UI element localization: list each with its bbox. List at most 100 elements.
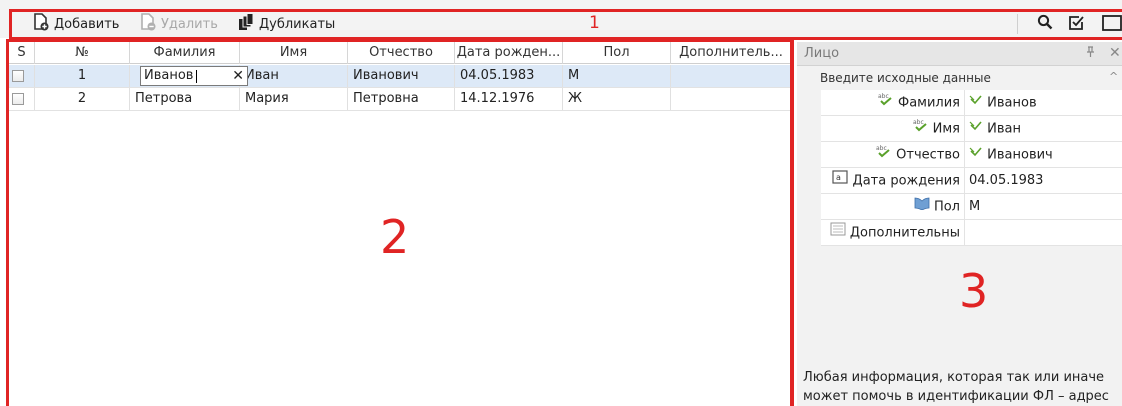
changed-marker-icon: [969, 90, 983, 116]
cell-number: 1: [35, 65, 130, 87]
column-header-extra[interactable]: Дополнитель...: [671, 42, 791, 64]
svg-text:abc: abc: [876, 145, 887, 152]
duplicates-button-label: Дубликаты: [259, 16, 336, 32]
delete-button-label: Удалить: [161, 16, 218, 32]
search-button[interactable]: [1037, 14, 1053, 34]
area-number-1: 1: [589, 13, 600, 33]
duplicates-button[interactable]: Дубликаты: [238, 13, 336, 35]
changed-marker-icon: [969, 142, 983, 168]
property-label-cell: abc Фамилия: [821, 90, 965, 116]
cell-patronymic[interactable]: Иванович: [348, 65, 455, 87]
add-button[interactable]: Добавить: [33, 13, 120, 35]
svg-text:abc: abc: [913, 119, 924, 126]
property-description: Любая информация, которая так или иначе …: [803, 370, 1109, 404]
area-number-3: 3: [959, 264, 989, 318]
check-all-button[interactable]: [1068, 14, 1085, 34]
cell-name[interactable]: Мария: [240, 88, 348, 110]
duplicates-icon: [238, 13, 254, 35]
checkbox-empty-icon: [1102, 14, 1122, 35]
cell-birth-date[interactable]: 04.05.1983: [455, 65, 563, 87]
grid-header: S № Фамилия Имя Отчество Дата рожден... …: [9, 42, 791, 64]
clear-icon[interactable]: ✕: [232, 67, 244, 85]
property-label: Отчество: [896, 147, 960, 163]
property-value[interactable]: М: [969, 194, 980, 220]
column-header-sex[interactable]: Пол: [563, 42, 671, 64]
persons-grid: S № Фамилия Имя Отчество Дата рожден... …: [9, 42, 791, 406]
property-row-extra[interactable]: Дополнительны: [821, 220, 1122, 246]
toolbar-separator: [1017, 14, 1018, 34]
book-icon: [914, 194, 930, 220]
pin-icon[interactable]: [1086, 46, 1095, 61]
property-value-text: Иванович: [987, 147, 1053, 163]
property-list: abc Фамилия Иванов abc Имя Иван abc Отче…: [821, 90, 1122, 246]
property-value[interactable]: 04.05.1983: [969, 168, 1043, 194]
cell-birth-date[interactable]: 14.12.1976: [455, 88, 563, 110]
property-value-text: 04.05.1983: [969, 173, 1044, 188]
checkbox-checked-icon: [1068, 14, 1085, 35]
row-select-cell: [9, 88, 35, 110]
row-select-cell: [9, 65, 35, 87]
property-label-cell: a Дата рождения: [821, 168, 965, 194]
search-icon: [1037, 14, 1053, 34]
column-header-patronymic[interactable]: Отчество: [348, 42, 455, 64]
toolbar: Добавить Удалить Дубликаты 1: [0, 0, 1122, 40]
cell-sex[interactable]: Ж: [563, 88, 671, 110]
delete-button[interactable]: Удалить: [140, 13, 218, 35]
property-label-cell: abc Имя: [821, 116, 965, 142]
property-label: Дата рождения: [852, 173, 960, 189]
property-value-text: М: [969, 199, 981, 214]
column-header-name[interactable]: Имя: [240, 42, 348, 64]
uncheck-all-button[interactable]: [1102, 14, 1122, 34]
row-checkbox[interactable]: [12, 70, 24, 82]
surname-edit-input[interactable]: Иванов ✕: [140, 66, 248, 86]
property-label: Дополнительны: [849, 225, 960, 241]
svg-text:a: a: [836, 173, 841, 182]
property-value-text: Иванов: [987, 95, 1037, 111]
cell-number: 2: [35, 88, 130, 110]
text-field-icon: abc: [913, 116, 929, 142]
property-label: Имя: [932, 121, 960, 137]
close-icon[interactable]: ✕: [1109, 45, 1121, 61]
section-title: Введите исходные данные: [820, 71, 991, 85]
property-row-sex[interactable]: Пол М: [821, 194, 1122, 220]
chevron-up-icon[interactable]: ^: [1109, 70, 1118, 83]
property-value[interactable]: Иванов: [969, 90, 1037, 117]
cell-surname[interactable]: Петрова: [130, 88, 240, 110]
property-value-text: Иван: [987, 121, 1021, 137]
add-document-icon: [33, 13, 49, 35]
table-row[interactable]: 1 Иван Иванович 04.05.1983 М Иванов ✕: [9, 65, 791, 88]
changed-marker-icon: [969, 116, 983, 142]
panel-title: Лицо: [804, 46, 840, 61]
column-header-surname[interactable]: Фамилия: [130, 42, 240, 64]
text-field-icon: abc: [876, 142, 892, 168]
column-header-birth-date[interactable]: Дата рожден...: [455, 42, 563, 64]
property-value[interactable]: Иванович: [969, 142, 1053, 169]
property-value[interactable]: Иван: [969, 116, 1021, 143]
cell-extra[interactable]: [671, 65, 791, 87]
table-row[interactable]: 2 Петрова Мария Петровна 14.12.1976 Ж: [9, 88, 791, 111]
cell-name[interactable]: Иван: [240, 65, 348, 87]
svg-text:abc: abc: [878, 93, 889, 100]
cell-patronymic[interactable]: Петровна: [348, 88, 455, 110]
property-label: Фамилия: [898, 95, 960, 111]
section-header[interactable]: Введите исходные данные ^: [797, 67, 1122, 89]
area-number-2: 2: [380, 210, 410, 264]
property-label: Пол: [933, 199, 960, 215]
column-header-s[interactable]: S: [9, 42, 35, 64]
delete-document-icon: [140, 13, 156, 35]
cell-extra[interactable]: [671, 88, 791, 110]
app-window: Добавить Удалить Дубликаты 1 S № Фамилия…: [0, 0, 1122, 406]
cell-sex[interactable]: М: [563, 65, 671, 87]
row-checkbox[interactable]: [12, 93, 24, 105]
add-button-label: Добавить: [54, 16, 120, 32]
column-header-number[interactable]: №: [35, 42, 130, 64]
property-row-birth-date[interactable]: a Дата рождения 04.05.1983: [821, 168, 1122, 194]
property-label-cell: Дополнительны: [821, 220, 965, 246]
text-caret: [196, 70, 197, 83]
property-row-name[interactable]: abc Имя Иван: [821, 116, 1122, 142]
surname-edit-value: Иванов: [144, 68, 194, 83]
property-label-cell: Пол: [821, 194, 965, 220]
property-row-patronymic[interactable]: abc Отчество Иванович: [821, 142, 1122, 168]
property-label-cell: abc Отчество: [821, 142, 965, 168]
property-row-surname[interactable]: abc Фамилия Иванов: [821, 90, 1122, 116]
